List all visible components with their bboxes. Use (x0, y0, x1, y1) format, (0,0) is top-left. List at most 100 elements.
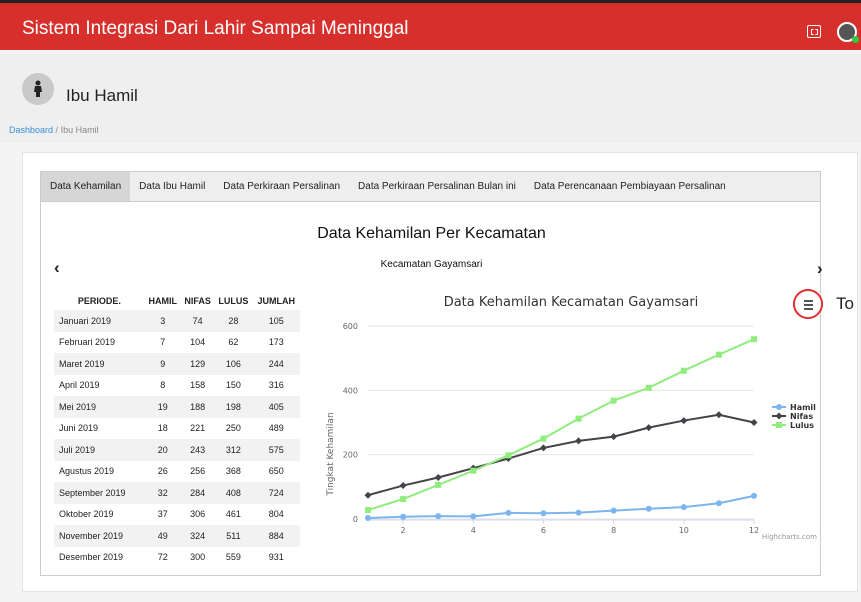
cell-periode: Juni 2019 (59, 423, 99, 434)
cell-lulus: 461 (225, 509, 241, 520)
legend-marker-hamil (776, 404, 782, 410)
hamburger-icon-bar (804, 304, 813, 306)
cell-periode: Mei 2019 (59, 401, 97, 412)
cell-periode: Januari 2019 (59, 315, 112, 326)
x-tick-label: 12 (749, 526, 759, 535)
breadcrumb-current: Ibu Hamil (60, 125, 99, 135)
pregnant-woman-icon (22, 73, 54, 105)
cell-hamil: 32 (157, 487, 168, 498)
cell-hamil: 7 (160, 337, 166, 348)
data-point-nifas (399, 482, 407, 490)
cell-lulus: 511 (226, 530, 241, 541)
table-row: Agustus 2019 26 256 368 650 (54, 461, 300, 483)
series-line-lulus (367, 338, 755, 511)
cell-nifas: 221 (190, 423, 206, 434)
cell-jumlah: 931 (268, 552, 284, 563)
data-point-lulus (645, 384, 652, 391)
data-point-lulus (470, 467, 477, 474)
header-lulus: LULUS (218, 295, 249, 306)
data-point-hamil (365, 515, 371, 522)
prev-kecamatan-button[interactable]: ‹ (54, 258, 60, 278)
series-line-hamil (367, 494, 755, 520)
chart-menu-tooltip: To (836, 294, 854, 313)
app-title[interactable]: Sistem Integrasi Dari Lahir Sampai Menin… (22, 18, 409, 40)
y-tick-label: 400 (343, 386, 358, 395)
header-periode: PERIODE. (77, 295, 121, 306)
table-row: September 2019 32 284 408 724 (54, 482, 300, 504)
legend-marker-nifas (775, 412, 783, 420)
data-point-nifas (715, 411, 723, 419)
data-point-nifas (539, 444, 547, 452)
chart-menu-button[interactable] (793, 289, 823, 319)
legend-label-lulus: Lulus (790, 421, 814, 430)
tab-data-kehamilan[interactable]: Data Kehamilan (41, 172, 131, 201)
cell-nifas: 243 (190, 444, 206, 455)
data-point-hamil (505, 509, 512, 516)
header-nifas: NIFAS (184, 295, 211, 306)
cell-nifas: 74 (192, 315, 203, 326)
cell-periode: September 2019 (59, 487, 126, 498)
page-title: Ibu Hamil (66, 86, 138, 105)
data-point-nifas (575, 437, 583, 445)
cell-nifas: 284 (190, 487, 206, 498)
x-tick-label: 6 (541, 526, 546, 535)
cell-nifas: 158 (190, 380, 206, 391)
table-row: Desember 2019 72 300 559 931 (54, 547, 300, 569)
cell-jumlah: 575 (268, 444, 284, 455)
tab-data-ibu-hamil[interactable]: Data Ibu Hamil (130, 172, 214, 201)
cell-hamil: 19 (157, 401, 168, 412)
legend-label-hamil: Hamil (790, 403, 816, 412)
cell-jumlah: 650 (268, 466, 284, 477)
breadcrumb-dashboard-link[interactable]: Dashboard (9, 125, 53, 135)
cell-jumlah: 105 (268, 315, 284, 326)
cell-nifas: 324 (190, 530, 206, 541)
cell-lulus: 312 (225, 444, 241, 455)
cell-periode: April 2019 (59, 380, 100, 391)
data-point-hamil (610, 507, 617, 514)
cell-hamil: 72 (157, 552, 168, 563)
cell-hamil: 18 (157, 423, 168, 434)
legend-marker-lulus (776, 422, 782, 428)
table-row: Oktober 2019 37 306 461 804 (54, 504, 300, 526)
kehamilan-line-chart: Data Kehamilan Kecamatan Gayamsari Tingk… (326, 295, 817, 541)
kecamatan-subtitle: Kecamatan Gayamsari (380, 259, 483, 270)
cell-lulus: 62 (228, 337, 239, 348)
next-kecamatan-button[interactable]: › (817, 259, 823, 279)
data-point-hamil (470, 513, 477, 520)
chart-title: Data Kehamilan Kecamatan Gayamsari (444, 295, 699, 310)
cell-jumlah: 804 (268, 509, 284, 520)
data-point-hamil (680, 504, 687, 511)
cell-nifas: 104 (190, 337, 206, 348)
tab-data-perencanaan-pembiayaan[interactable]: Data Perencanaan Pembiayaan Persalinan (525, 172, 735, 201)
hamburger-icon (804, 300, 813, 302)
legend-label-nifas: Nifas (790, 412, 813, 421)
table-row: Juni 2019 18 221 250 489 (54, 418, 300, 440)
cell-lulus: 250 (225, 423, 241, 434)
data-point-lulus (610, 397, 617, 404)
data-point-hamil (540, 510, 547, 517)
x-tick-label: 10 (679, 526, 689, 535)
hamburger-icon-bar (804, 308, 813, 310)
data-point-hamil (435, 513, 442, 520)
user-avatar[interactable] (837, 22, 859, 43)
cell-periode: Agustus 2019 (59, 466, 115, 477)
cell-hamil: 9 (160, 358, 166, 369)
chart-credits: Highcharts.com (762, 533, 817, 541)
cell-lulus: 198 (225, 401, 241, 412)
data-point-nifas (364, 491, 372, 499)
cell-periode: Desember 2019 (59, 552, 124, 563)
data-point-hamil (645, 505, 652, 512)
cell-periode: Juli 2019 (59, 444, 96, 455)
table-row: Juli 2019 20 243 312 575 (54, 439, 300, 461)
cell-hamil: 37 (157, 509, 168, 520)
tab-data-perkiraan-persalinan[interactable]: Data Perkiraan Persalinan (214, 172, 349, 201)
cell-periode: November 2019 (59, 530, 124, 541)
cell-periode: Oktober 2019 (59, 509, 114, 520)
cell-jumlah: 724 (268, 487, 284, 498)
data-point-nifas (680, 417, 688, 425)
cell-lulus: 150 (225, 380, 241, 391)
kehamilan-table: PERIODE. HAMIL NIFAS LULUS JUMLAH Januar… (54, 291, 300, 568)
header-hamil: HAMIL (148, 295, 178, 306)
fullscreen-icon[interactable] (807, 25, 821, 38)
tab-data-perkiraan-persalinan-bulan-ini[interactable]: Data Perkiraan Persalinan Bulan ini (349, 172, 525, 201)
